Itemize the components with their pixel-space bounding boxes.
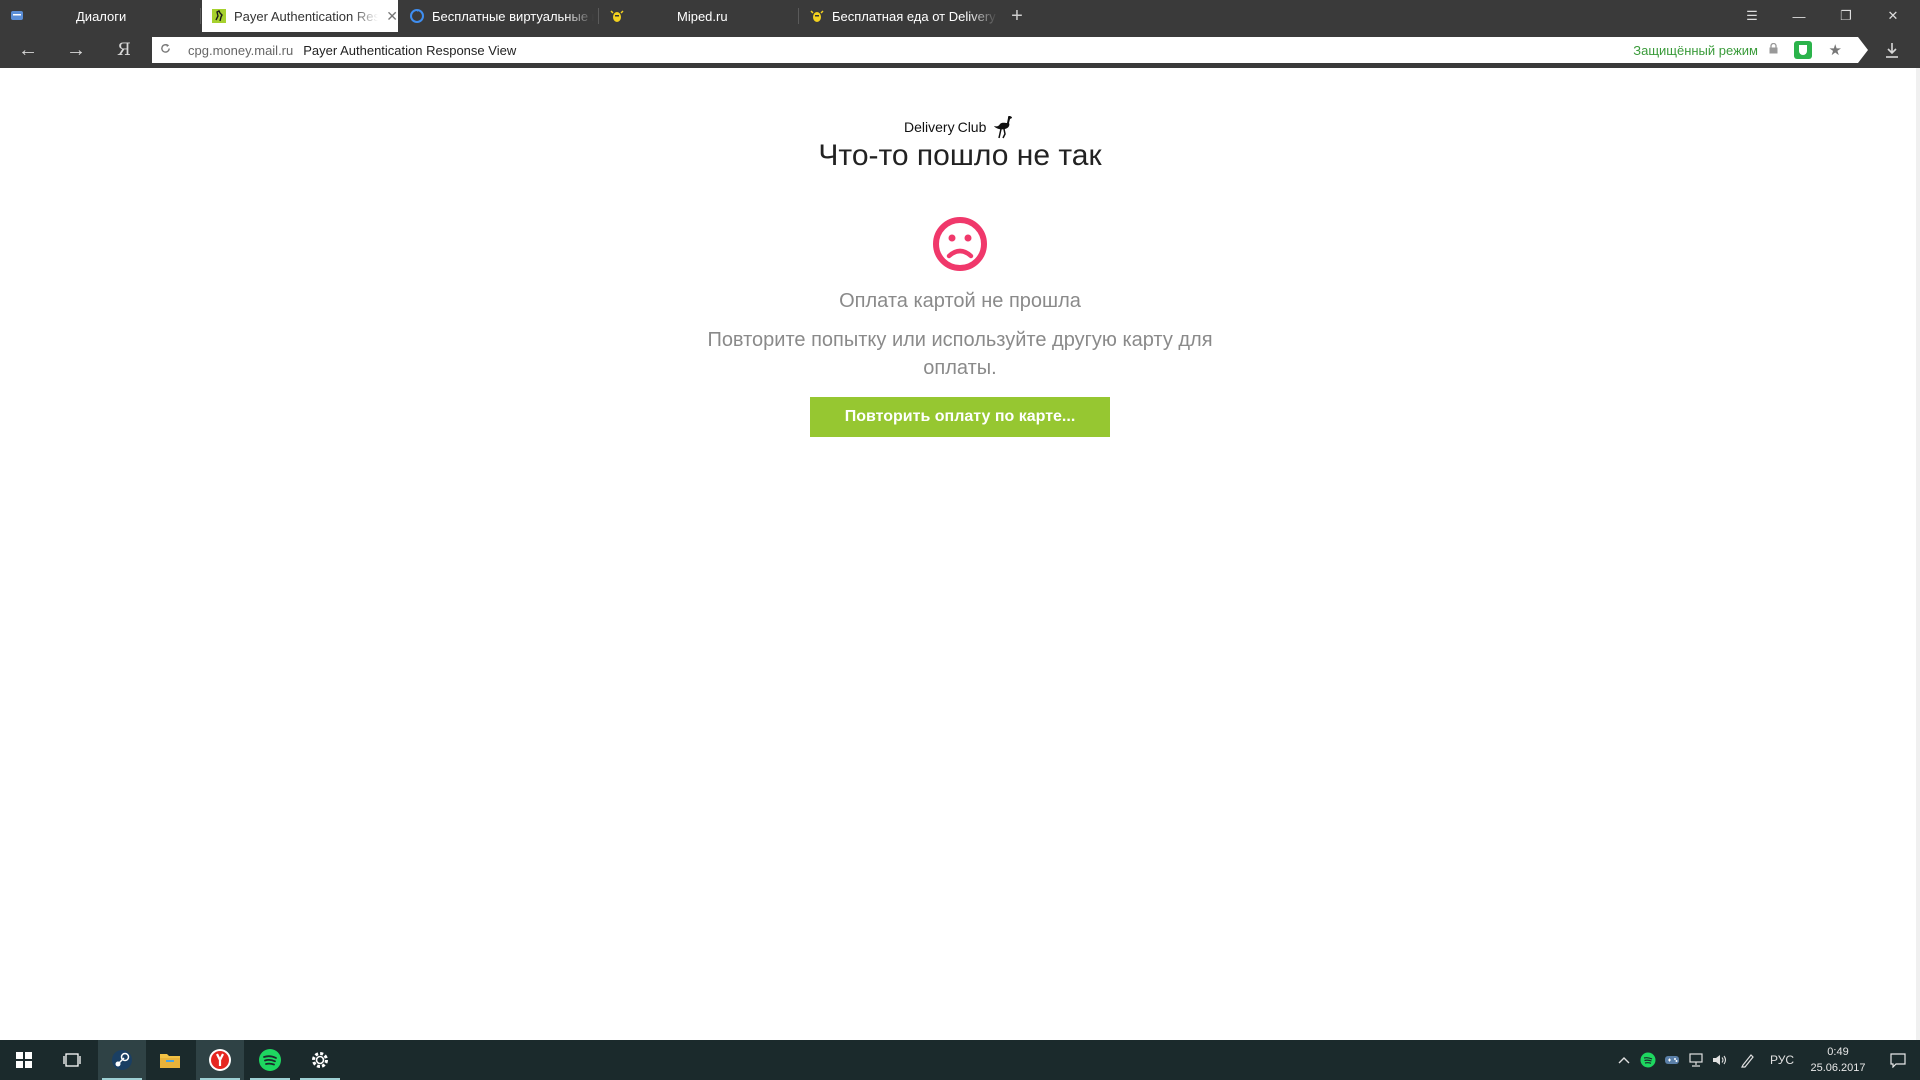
clock-time: 0:49 — [1827, 1046, 1849, 1058]
navigation-bar: ← → Я cpg.money.mail.ru Payer Authentica… — [0, 32, 1920, 68]
protected-mode-label[interactable]: Защищённый режим — [1633, 43, 1758, 58]
clock-date: 25.06.2017 — [1810, 1062, 1866, 1074]
tab-strip: Диалоги Payer Authentication Resp ✕ Бесп… — [0, 0, 1920, 32]
gamepad-icon[interactable] — [1660, 1040, 1684, 1080]
pen-icon[interactable] — [1736, 1040, 1760, 1080]
lock-icon — [1769, 42, 1778, 57]
tab-title: Диалоги — [76, 8, 127, 24]
forward-button[interactable]: → — [54, 32, 98, 68]
sad-face-icon — [933, 217, 987, 271]
action-center-icon[interactable] — [1876, 1040, 1920, 1080]
close-tab-icon[interactable]: ✕ — [386, 8, 398, 25]
omnibox-tip — [1858, 37, 1868, 63]
tab-title: Бесплатные виртуальные н — [432, 8, 594, 24]
tab-title: Miped.ru — [677, 8, 728, 24]
yandex-browser-icon[interactable] — [196, 1040, 244, 1080]
address-bar[interactable]: cpg.money.mail.ru Payer Authentication R… — [152, 37, 1868, 63]
windows-taskbar: РУС 0:49 25.06.2017 — [0, 1040, 1920, 1080]
settings-gear-icon[interactable] — [296, 1040, 344, 1080]
url-page-title: Payer Authentication Response View — [303, 42, 517, 58]
vk-message-icon — [10, 9, 24, 23]
protect-shield-icon[interactable] — [1794, 41, 1812, 59]
page-headline: Что-то пошло не так — [818, 139, 1102, 172]
yandex-home-button[interactable]: Я — [102, 32, 146, 68]
minimize-button[interactable]: — — [1776, 0, 1822, 32]
spotify-icon[interactable] — [246, 1040, 294, 1080]
retry-hint-text: Повторите попытку или используйте другую… — [707, 329, 1213, 379]
page-scrollbar[interactable] — [1916, 68, 1920, 1040]
new-tab-button[interactable]: + — [1005, 0, 1029, 32]
tab-payer-authentication[interactable]: Payer Authentication Resp ✕ — [202, 0, 398, 32]
bookmark-star-icon[interactable]: ★ — [1829, 41, 1842, 59]
logo-text-club: Club — [957, 119, 987, 135]
logo-text-delivery: Delivery — [904, 119, 955, 135]
tab-divider — [598, 8, 599, 24]
page-content: Delivery Club Что-то пошло не так Оплата… — [0, 68, 1920, 1040]
language-indicator[interactable]: РУС — [1764, 1040, 1800, 1080]
delivery-club-logo: Delivery Club — [904, 114, 1016, 140]
tab-dialogs[interactable]: Диалоги — [0, 0, 200, 32]
chevron-up-icon[interactable] — [1614, 1040, 1634, 1080]
payment-failed-message: Оплата картой не прошла — [839, 290, 1081, 312]
restore-button[interactable]: ❐ — [1823, 0, 1869, 32]
reload-icon[interactable] — [152, 43, 178, 57]
steam-icon[interactable] — [98, 1040, 146, 1080]
retry-payment-button[interactable]: Повторить оплату по карте... — [810, 397, 1110, 437]
url-domain: cpg.money.mail.ru — [188, 42, 294, 58]
file-explorer-icon[interactable] — [146, 1040, 194, 1080]
ostrich-icon — [994, 116, 1013, 139]
close-window-button[interactable]: ✕ — [1870, 0, 1916, 32]
volume-icon[interactable] — [1708, 1040, 1732, 1080]
network-icon[interactable] — [1684, 1040, 1708, 1080]
tab-free-food[interactable]: Бесплатная еда от Delivery — [800, 0, 998, 32]
spotify-tray-icon[interactable] — [1636, 1040, 1660, 1080]
tab-divider — [798, 8, 799, 24]
tab-miped[interactable]: Miped.ru — [600, 0, 798, 32]
tab-divider — [200, 8, 201, 24]
browser-menu-icon[interactable]: ☰ — [1729, 0, 1775, 32]
back-button[interactable]: ← — [6, 32, 50, 68]
tab-title: Бесплатная еда от Delivery — [832, 8, 996, 24]
windows-start-icon[interactable] — [0, 1040, 48, 1080]
refresh-circle-icon — [410, 9, 424, 23]
tab-title: Payer Authentication Resp — [234, 8, 379, 24]
downloads-icon[interactable] — [1874, 32, 1910, 68]
task-view-icon[interactable] — [48, 1040, 96, 1080]
delivery-club-ostrich-icon — [212, 9, 226, 23]
system-clock[interactable]: 0:49 25.06.2017 — [1806, 1044, 1870, 1076]
yellow-bug-icon — [610, 9, 624, 23]
yellow-bug-icon — [810, 9, 824, 23]
tab-free-virtual[interactable]: Бесплатные виртуальные н — [400, 0, 598, 32]
